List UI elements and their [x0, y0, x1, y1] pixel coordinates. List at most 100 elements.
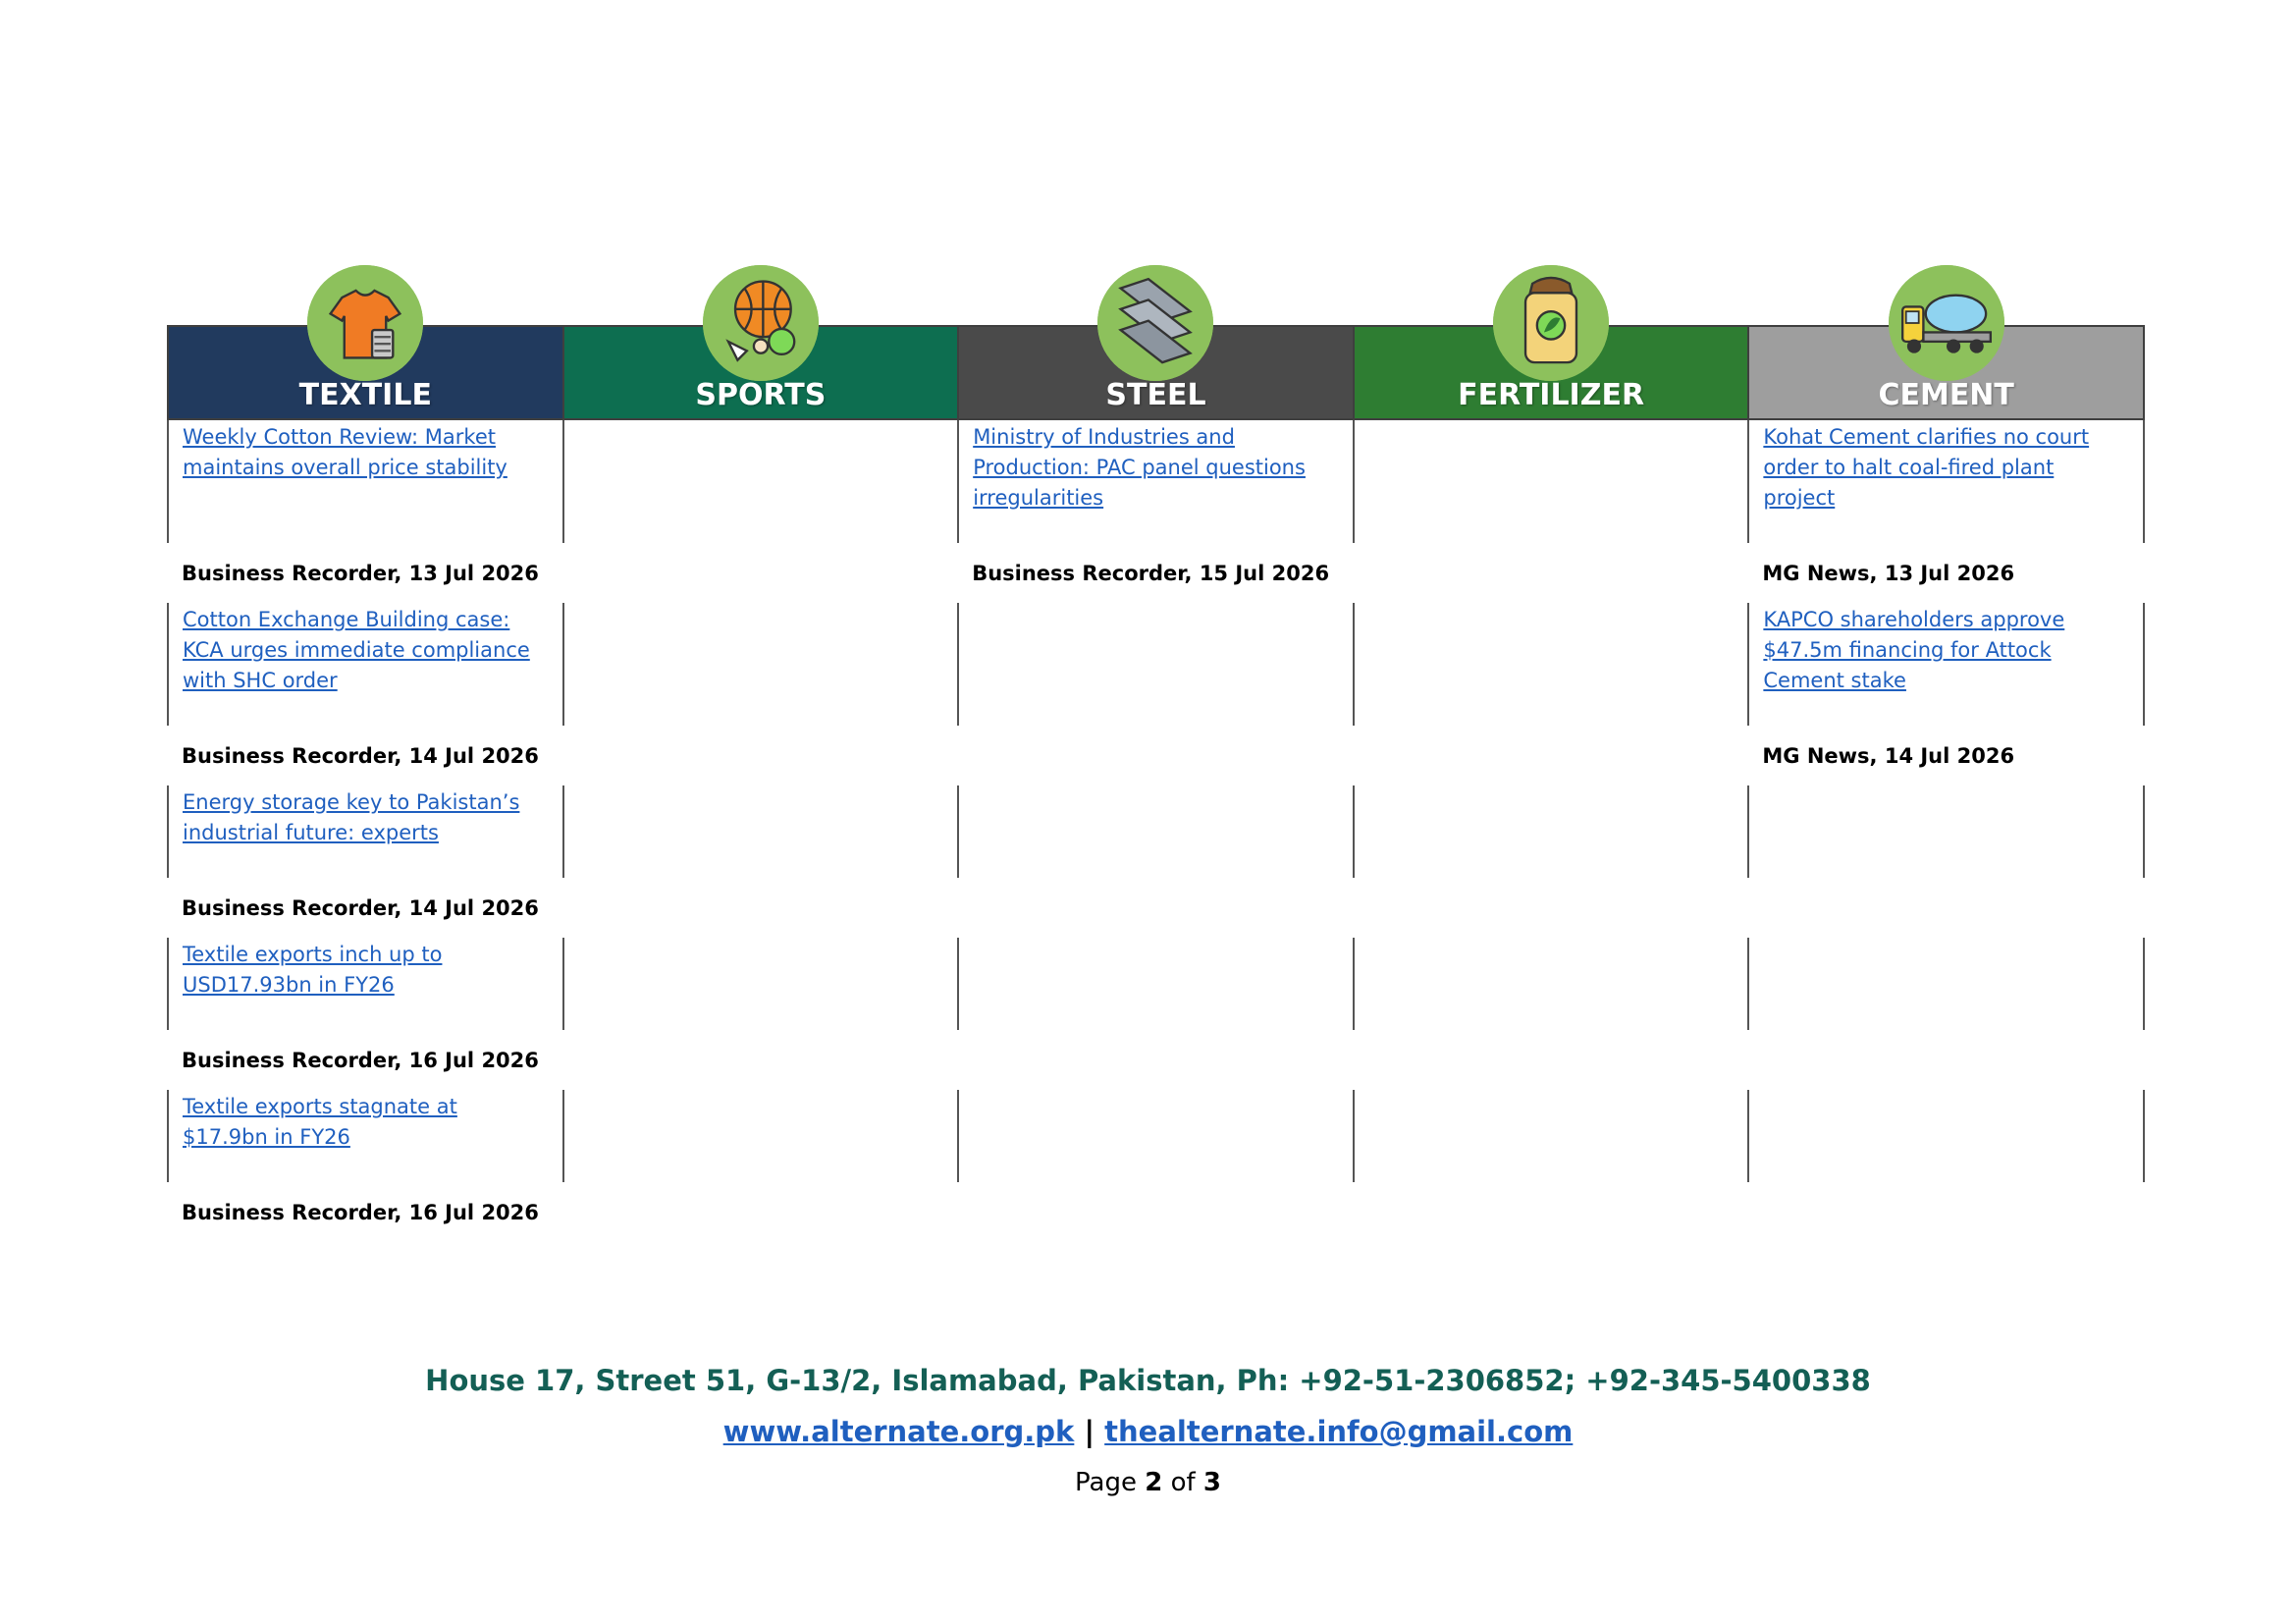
article-row: Textile exports stagnate at $17.9bn in F… — [167, 1090, 2145, 1182]
fertilizer-sack-icon — [1493, 265, 1610, 381]
source-cell — [1354, 726, 1749, 785]
page-footer: House 17, Street 51, G-13/2, Islamabad, … — [0, 1355, 2296, 1508]
source-cell — [1354, 1182, 1749, 1242]
article-cell — [1352, 785, 1750, 878]
article-cell — [957, 603, 1355, 726]
page-of: of — [1170, 1468, 1196, 1497]
source-cell: Business Recorder, 16 Jul 2026 — [168, 1030, 563, 1090]
sector-header-steel: STEEL — [957, 265, 1355, 420]
source-cell — [1354, 1030, 1749, 1090]
website-link[interactable]: www.alternate.org.pk — [723, 1415, 1075, 1448]
article-cell — [1747, 785, 2145, 878]
article-link[interactable]: Energy storage key to Pakistan’s industr… — [183, 787, 549, 848]
article-source: Business Recorder, 16 Jul 2026 — [182, 1048, 539, 1072]
source-cell — [1748, 878, 2144, 938]
article-source: MG News, 14 Jul 2026 — [1762, 743, 2015, 768]
article-row: Weekly Cotton Review: Market maintains o… — [167, 419, 2145, 543]
t-shirt-icon — [307, 265, 424, 381]
sector-title: CEMENT — [1878, 378, 2014, 412]
source-cell — [958, 1030, 1354, 1090]
article-source: Business Recorder, 14 Jul 2026 — [182, 895, 539, 920]
article-cell: Energy storage key to Pakistan’s industr… — [167, 785, 564, 878]
page-current: 2 — [1145, 1468, 1163, 1497]
source-row: Business Recorder, 13 Jul 2026 Business R… — [168, 543, 2144, 603]
footer-separator: | — [1084, 1415, 1095, 1448]
article-cell — [1747, 938, 2145, 1030]
source-cell: Business Recorder, 16 Jul 2026 — [168, 1182, 563, 1242]
source-cell — [563, 1030, 959, 1090]
article-row: Cotton Exchange Building case: KCA urges… — [167, 603, 2145, 726]
sector-header-cement: CEMENT — [1747, 265, 2145, 420]
article-source: Business Recorder, 13 Jul 2026 — [182, 561, 539, 585]
article-cell — [1352, 1090, 1750, 1182]
page-total: 3 — [1202, 1468, 1221, 1497]
source-cell: Business Recorder, 14 Jul 2026 — [168, 878, 563, 938]
source-cell — [563, 543, 959, 603]
source-cell: MG News, 13 Jul 2026 — [1748, 543, 2144, 603]
article-cell — [1352, 419, 1750, 543]
sector-header-row: TEXTILE SPORTS STEEL FERTILIZER CEMENT — [167, 265, 2145, 420]
article-cell: KAPCO shareholders approve $47.5m financ… — [1747, 603, 2145, 726]
article-cell — [957, 785, 1355, 878]
source-row: Business Recorder, 16 Jul 2026 — [168, 1030, 2144, 1090]
article-cell: Kohat Cement clarifies no court order to… — [1747, 419, 2145, 543]
page-label: Page — [1075, 1468, 1137, 1497]
source-cell — [958, 726, 1354, 785]
article-cell — [1352, 938, 1750, 1030]
source-cell: Business Recorder, 13 Jul 2026 — [168, 543, 563, 603]
article-cell — [1747, 1090, 2145, 1182]
article-cell — [561, 1090, 960, 1182]
article-cell: Weekly Cotton Review: Market maintains o… — [167, 419, 564, 543]
sector-header-textile: TEXTILE — [167, 265, 564, 420]
article-cell — [561, 419, 960, 543]
steel-beams-icon — [1097, 265, 1214, 381]
article-cell: Textile exports stagnate at $17.9bn in F… — [167, 1090, 564, 1182]
article-link[interactable]: Cotton Exchange Building case: KCA urges… — [183, 605, 549, 696]
article-link[interactable]: Textile exports stagnate at $17.9bn in F… — [183, 1092, 549, 1153]
page-number: Page 2 of 3 — [0, 1457, 2296, 1508]
source-row: Business Recorder, 14 Jul 2026 — [168, 878, 2144, 938]
source-row: Business Recorder, 16 Jul 2026 — [168, 1182, 2144, 1242]
footer-links: www.alternate.org.pk | thealternate.info… — [0, 1406, 2296, 1457]
source-cell — [563, 726, 959, 785]
article-cell: Ministry of Industries and Production: P… — [957, 419, 1355, 543]
source-cell — [958, 1182, 1354, 1242]
source-cell — [1354, 543, 1749, 603]
article-cell — [1352, 603, 1750, 726]
article-link[interactable]: Weekly Cotton Review: Market maintains o… — [183, 422, 549, 483]
article-link[interactable]: Ministry of Industries and Production: P… — [973, 422, 1339, 514]
sector-news-table: TEXTILE SPORTS STEEL FERTILIZER CEMENT W… — [167, 265, 2145, 1242]
source-cell — [1748, 1030, 2144, 1090]
source-cell: Business Recorder, 15 Jul 2026 — [958, 543, 1354, 603]
article-cell — [561, 938, 960, 1030]
sector-title: TEXTILE — [298, 378, 432, 412]
article-source: Business Recorder, 14 Jul 2026 — [182, 743, 539, 768]
article-link[interactable]: Textile exports inch up to USD17.93bn in… — [183, 940, 549, 1001]
sector-header-sports: SPORTS — [561, 265, 960, 420]
article-cell — [957, 1090, 1355, 1182]
article-cell — [561, 603, 960, 726]
cement-mixer-truck-icon — [1888, 265, 2004, 381]
article-source: Business Recorder, 16 Jul 2026 — [182, 1200, 539, 1224]
article-cell: Textile exports inch up to USD17.93bn in… — [167, 938, 564, 1030]
news-body: Weekly Cotton Review: Market maintains o… — [167, 419, 2145, 1242]
article-link[interactable]: KAPCO shareholders approve $47.5m financ… — [1763, 605, 2129, 696]
sports-balls-icon — [702, 265, 819, 381]
source-cell — [1748, 1182, 2144, 1242]
article-cell: Cotton Exchange Building case: KCA urges… — [167, 603, 564, 726]
source-cell: MG News, 14 Jul 2026 — [1748, 726, 2144, 785]
article-link[interactable]: Kohat Cement clarifies no court order to… — [1763, 422, 2129, 514]
article-cell — [957, 938, 1355, 1030]
source-cell — [563, 878, 959, 938]
source-cell — [958, 878, 1354, 938]
source-cell: Business Recorder, 14 Jul 2026 — [168, 726, 563, 785]
article-source: Business Recorder, 15 Jul 2026 — [972, 561, 1330, 585]
article-row: Energy storage key to Pakistan’s industr… — [167, 785, 2145, 878]
source-cell — [1354, 878, 1749, 938]
sector-title: STEEL — [1105, 378, 1206, 412]
email-link[interactable]: thealternate.info@gmail.com — [1104, 1415, 1573, 1448]
article-source: MG News, 13 Jul 2026 — [1762, 561, 2015, 585]
sector-title: FERTILIZER — [1458, 378, 1645, 412]
sector-header-fertilizer: FERTILIZER — [1352, 265, 1750, 420]
footer-address: House 17, Street 51, G-13/2, Islamabad, … — [425, 1364, 1871, 1397]
